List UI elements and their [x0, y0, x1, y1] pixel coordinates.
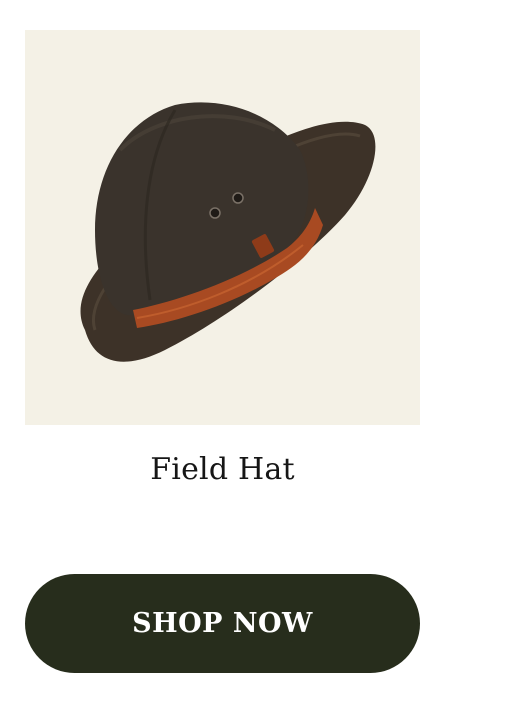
hat-icon	[80, 102, 376, 362]
product-name[interactable]: Field Hat	[25, 449, 420, 491]
product-image[interactable]	[25, 30, 420, 425]
shop-now-button[interactable]: SHOP NOW	[25, 574, 420, 673]
